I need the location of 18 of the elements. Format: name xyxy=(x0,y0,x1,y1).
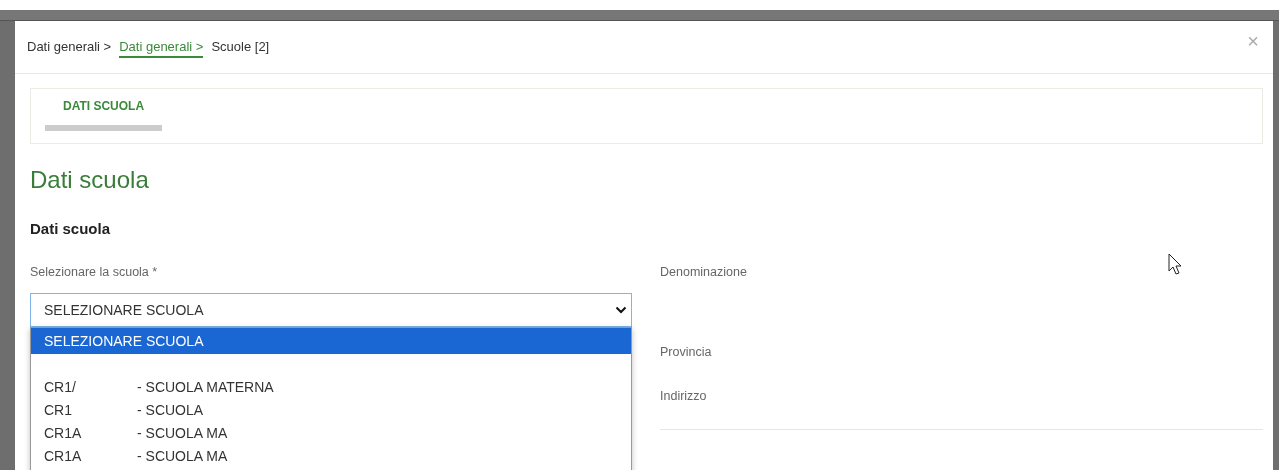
chevron-icon xyxy=(615,306,627,314)
field-label: Selezionare la scuola * xyxy=(30,265,159,279)
tab[interactable]: DATI SCUOLA xyxy=(45,89,163,131)
dropdown-option[interactable]: CR1 - SCUOLA xyxy=(31,398,631,421)
mouse-cursor-icon xyxy=(1168,253,1182,275)
page-title: Dati scuola xyxy=(30,166,150,194)
dropdown-option[interactable]: CR1A - SCUOLA MA xyxy=(31,421,631,444)
section-title: Dati scuola xyxy=(30,220,112,237)
dropdown-option[interactable]: CR1A - SCUOLA MA xyxy=(31,444,631,467)
school-select[interactable]: SELEZIONARE SCUOLA xyxy=(30,293,632,327)
breadcrumb-link[interactable]: Dati generali > xyxy=(27,36,112,58)
field-label: Denominazione xyxy=(660,265,748,279)
breadcrumb-link[interactable]: Dati generali > xyxy=(119,36,204,58)
dropdown-option[interactable]: CR1/ - SCUOLA MATERNA xyxy=(31,375,631,398)
field-label: Indirizzo xyxy=(660,389,708,403)
breadcrumb-link[interactable]: Scuole [2] xyxy=(211,36,270,58)
field-label: Provincia xyxy=(660,345,713,359)
dropdown-option[interactable]: SELEZIONARE SCUOLA xyxy=(31,328,631,354)
